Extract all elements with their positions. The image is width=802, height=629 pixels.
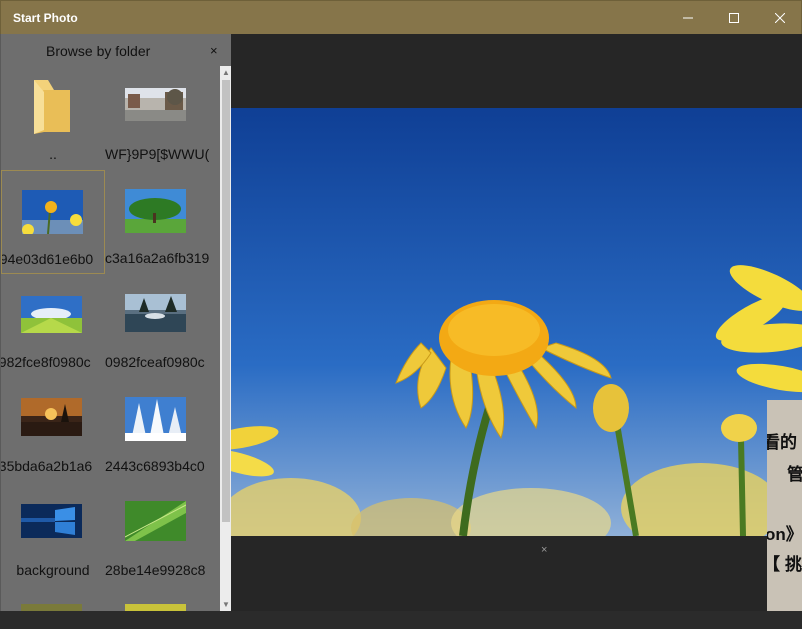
image-tile-partial[interactable] xyxy=(21,604,82,611)
thumbnail-sunset xyxy=(21,398,82,436)
image-tile[interactable]: 0982fceaf0980c xyxy=(105,274,209,378)
tile-label: background xyxy=(16,562,90,578)
image-tile[interactable]: 0982fce8f0980c xyxy=(1,274,105,378)
tile-label: .. xyxy=(49,146,57,162)
thumbnail-leaf xyxy=(125,501,186,541)
folder-browser-panel: Browse by folder × .. WF}9P9[$WWU(094e0… xyxy=(0,34,231,611)
close-button[interactable] xyxy=(757,1,802,35)
status-bar xyxy=(0,611,802,629)
thumbnail-snow xyxy=(125,397,186,441)
main-photo[interactable] xyxy=(231,108,802,536)
panel-close-button[interactable]: × xyxy=(210,43,218,58)
image-tile[interactable]: 135bda6a2b1a6 xyxy=(1,378,105,482)
minimize-button[interactable] xyxy=(665,1,711,35)
scroll-up-icon[interactable]: ▲ xyxy=(222,68,230,77)
snippet-text: 管 xyxy=(787,465,802,484)
scroll-thumb[interactable] xyxy=(222,80,230,522)
maximize-button[interactable] xyxy=(711,1,757,35)
scroll-down-icon[interactable]: ▼ xyxy=(222,600,230,609)
image-viewer: × 看的 管 on》 【 挑 这个 xyxy=(231,34,802,629)
tile-label: 135bda6a2b1a6 xyxy=(1,458,93,474)
window-title: Start Photo xyxy=(13,11,78,25)
tile-label: WF}9P9[$WWU( xyxy=(105,146,209,162)
thumbnail-street xyxy=(125,88,186,121)
thumbnail-lake xyxy=(125,294,186,332)
snippet-text: on》 xyxy=(767,525,802,544)
side-preview-snippet: 看的 管 on》 【 挑 这个 xyxy=(767,400,802,629)
folder-icon xyxy=(34,80,70,134)
image-tile[interactable]: WF}9P9[$WWU( xyxy=(105,66,209,170)
tile-label: c3a16a2a6fb319 xyxy=(105,250,209,266)
panel-header: Browse by folder × xyxy=(1,34,231,66)
snippet-text: 挑 xyxy=(785,555,802,574)
tile-label: 0982fce8f0980c xyxy=(1,354,91,370)
panel-title: Browse by folder xyxy=(46,43,151,59)
snippet-text: 【 xyxy=(767,550,780,575)
maximize-icon xyxy=(729,13,739,23)
panel-scrollbar[interactable]: ▲ ▼ xyxy=(220,66,231,611)
image-tile-selected[interactable]: 094e03d61e6b0 xyxy=(1,170,105,274)
image-tile-partial[interactable] xyxy=(125,604,186,611)
close-icon xyxy=(775,13,785,23)
tile-label: 28be14e9928c8 xyxy=(105,562,206,578)
thumbnail-field xyxy=(21,296,82,333)
image-tile[interactable]: c3a16a2a6fb319 xyxy=(105,170,209,274)
tile-label: 094e03d61e6b0 xyxy=(1,251,94,267)
thumbnail-flower xyxy=(22,190,83,234)
image-tile[interactable]: 28be14e9928c8 xyxy=(105,482,209,586)
thumbnail-tree xyxy=(125,189,186,233)
thumbnail-windows xyxy=(21,504,82,538)
minimize-icon xyxy=(683,17,693,19)
image-tile[interactable]: 2443c6893b4c0 xyxy=(105,378,209,482)
tile-label: 0982fceaf0980c xyxy=(105,354,205,370)
snippet-text: 看的 xyxy=(767,433,797,452)
tile-label: 2443c6893b4c0 xyxy=(105,458,205,474)
title-bar: Start Photo xyxy=(0,0,802,34)
viewer-close-button[interactable]: × xyxy=(541,544,547,556)
image-tile[interactable]: background xyxy=(1,482,105,586)
folder-tile-parent[interactable]: .. xyxy=(1,66,105,170)
